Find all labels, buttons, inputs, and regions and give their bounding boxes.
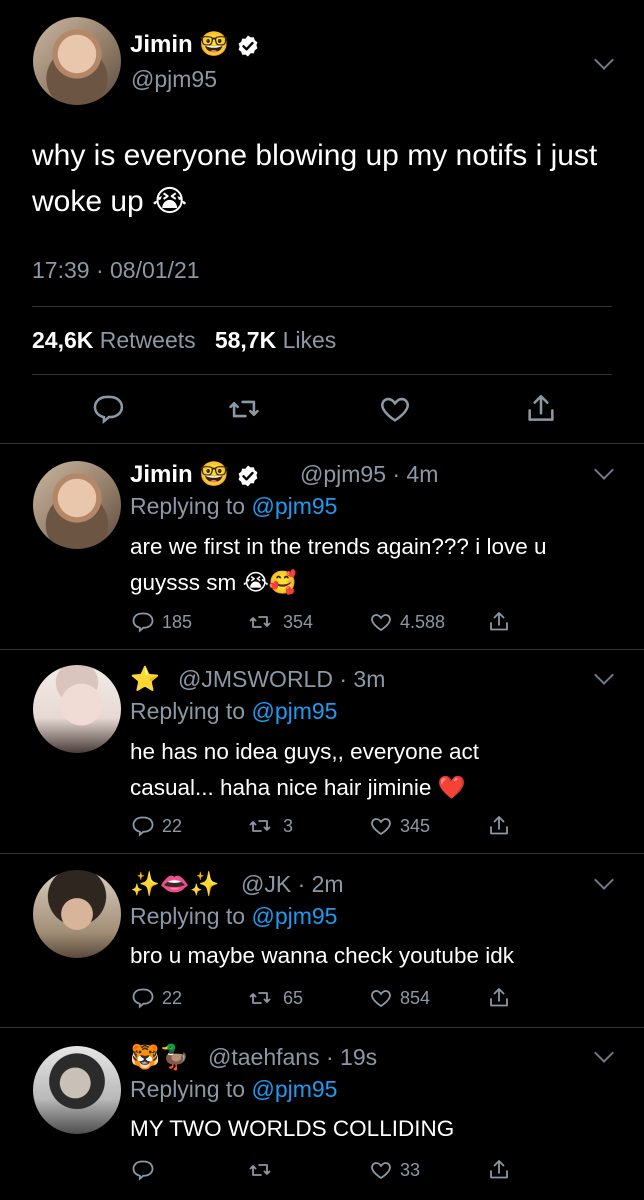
- divider: [0, 1027, 644, 1028]
- avatar[interactable]: [33, 665, 121, 753]
- replying-handle-link[interactable]: @pjm95: [251, 1076, 337, 1102]
- replying-prefix: Replying to: [130, 903, 246, 929]
- reply-count: 185: [162, 612, 193, 632]
- retweets-count[interactable]: 24,6K: [32, 327, 93, 353]
- chevron-down-icon[interactable]: [594, 460, 614, 480]
- like-count: 4.588: [400, 612, 446, 632]
- handle-time[interactable]: @taehfans · 19s: [208, 1044, 377, 1071]
- divider: [32, 374, 612, 375]
- share-icon[interactable]: [524, 392, 558, 426]
- replying-handle-link[interactable]: @pjm95: [251, 493, 337, 519]
- replying-to: Replying to @pjm95: [130, 493, 337, 520]
- tweet-text: why is everyone blowing up my notifs i j…: [32, 133, 622, 225]
- retweet-icon[interactable]: [247, 1158, 273, 1182]
- replying-to: Replying to @pjm95: [130, 903, 337, 930]
- reply-icon[interactable]: [130, 1158, 154, 1182]
- likes-label[interactable]: Likes: [283, 327, 337, 353]
- reply-text-line: he has no idea guys,, everyone act: [130, 739, 479, 764]
- reply-emoji: ❤️: [437, 775, 466, 801]
- reply-icon[interactable]: [130, 986, 154, 1010]
- reply-text: bro u maybe wanna check youtube idk: [130, 938, 514, 974]
- reply-text: MY TWO WORLDS COLLIDING: [130, 1111, 454, 1147]
- reply-text-line: bro u maybe wanna check youtube idk: [130, 943, 514, 968]
- divider: [0, 443, 644, 444]
- reply-text: are we first in the trends again??? i lo…: [130, 529, 547, 601]
- like-icon[interactable]: [368, 1158, 394, 1182]
- reply-icon[interactable]: [130, 610, 154, 634]
- author-name-emoji[interactable]: 🐯🦆: [130, 1043, 190, 1071]
- reply-text: he has no idea guys,, everyone act casua…: [130, 734, 479, 806]
- replying-prefix: Replying to: [130, 493, 246, 519]
- retweet-icon[interactable]: [247, 986, 273, 1010]
- like-icon[interactable]: [368, 986, 394, 1010]
- retweets-label[interactable]: Retweets: [100, 327, 196, 353]
- author-handle[interactable]: @pjm95: [131, 66, 217, 93]
- author-name-text: Jimin: [130, 461, 193, 488]
- replying-handle-link[interactable]: @pjm95: [251, 698, 337, 724]
- verified-badge-icon: [238, 465, 258, 487]
- author-name[interactable]: Jimin 🤓: [130, 30, 260, 59]
- retweet-icon[interactable]: [227, 392, 261, 426]
- reply-text-line: MY TWO WORLDS COLLIDING: [130, 1116, 455, 1141]
- chevron-down-icon[interactable]: [594, 870, 614, 890]
- chevron-down-icon[interactable]: [594, 1043, 614, 1063]
- like-icon[interactable]: [368, 814, 394, 838]
- retweet-icon[interactable]: [247, 814, 273, 838]
- reply-count: 22: [162, 816, 183, 836]
- chevron-down-icon[interactable]: [594, 665, 614, 685]
- reply-text-line: casual... haha nice hair jiminie: [130, 775, 432, 800]
- author-name[interactable]: Jimin 🤓: [130, 460, 260, 489]
- tweet-timestamp[interactable]: 17:39 · 08/01/21: [32, 257, 200, 284]
- author-name-emoji[interactable]: ✨👄✨: [130, 870, 220, 898]
- divider: [0, 649, 644, 650]
- like-count: 345: [400, 816, 431, 836]
- author-name-emoji[interactable]: ⭐: [130, 665, 160, 693]
- share-icon[interactable]: [487, 610, 511, 634]
- replying-prefix: Replying to: [130, 698, 246, 724]
- avatar[interactable]: [33, 461, 121, 549]
- chevron-down-icon[interactable]: [594, 50, 614, 70]
- like-icon[interactable]: [378, 392, 412, 426]
- handle-time[interactable]: @pjm95 · 4m: [300, 461, 438, 488]
- retweet-icon[interactable]: [247, 610, 273, 634]
- verified-badge-icon: [238, 35, 258, 57]
- reply-text-line: are we first in the trends again??? i lo…: [130, 534, 547, 559]
- retweet-count: 354: [283, 612, 314, 632]
- author-emoji: 🤓: [199, 460, 230, 488]
- replying-to: Replying to @pjm95: [130, 1076, 337, 1103]
- reply-emoji: 😭🥰: [242, 570, 297, 596]
- replying-handle-link[interactable]: @pjm95: [251, 903, 337, 929]
- likes-count[interactable]: 58,7K: [215, 327, 276, 353]
- avatar[interactable]: [33, 1046, 121, 1134]
- handle-time[interactable]: @JMSWORLD · 3m: [178, 666, 385, 693]
- replying-prefix: Replying to: [130, 1076, 246, 1102]
- tweet-text-body: why is everyone blowing up my notifs i j…: [32, 139, 598, 218]
- handle-time[interactable]: @JK · 2m: [241, 871, 344, 898]
- author-name-text: Jimin: [130, 31, 193, 58]
- reply-icon[interactable]: [90, 392, 124, 426]
- divider: [0, 853, 644, 854]
- retweet-count: 65: [283, 988, 304, 1008]
- main-tweet: Jimin 🤓 @pjm95 why is everyone blowing u…: [0, 0, 644, 443]
- share-icon[interactable]: [487, 814, 511, 838]
- divider: [32, 306, 612, 307]
- like-icon[interactable]: [368, 610, 394, 634]
- tweet-stats: 24,6K Retweets 58,7K Likes: [32, 327, 336, 354]
- avatar[interactable]: [33, 870, 121, 958]
- reply-icon[interactable]: [130, 814, 154, 838]
- author-emoji: 🤓: [199, 30, 230, 58]
- reply-count: 22: [162, 988, 183, 1008]
- share-icon[interactable]: [487, 986, 511, 1010]
- avatar[interactable]: [33, 17, 121, 105]
- replying-to: Replying to @pjm95: [130, 698, 337, 725]
- like-count: 854: [400, 988, 431, 1008]
- retweet-count: 3: [283, 816, 294, 836]
- like-count: 33: [400, 1160, 421, 1180]
- tweet-emoji: 😭: [152, 184, 188, 219]
- reply-text-line: guysss sm: [130, 570, 237, 595]
- share-icon[interactable]: [487, 1158, 511, 1182]
